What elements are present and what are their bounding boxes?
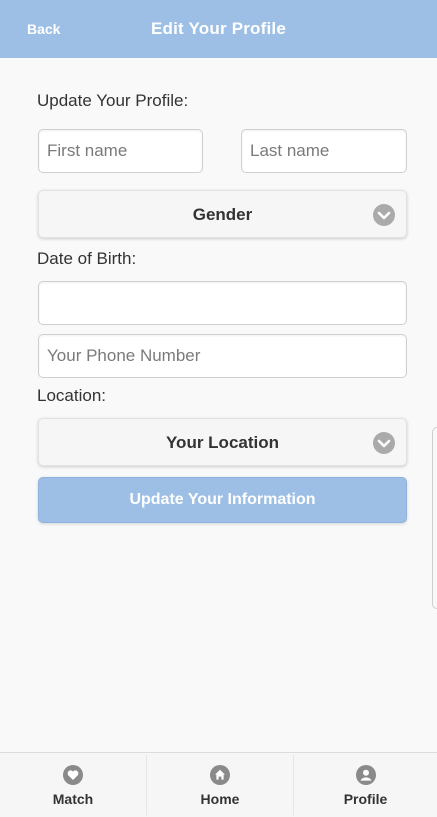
nav-item-match[interactable]: Match xyxy=(0,753,146,817)
location-select-value: Your Location xyxy=(165,433,279,452)
gender-select-value: Gender xyxy=(192,205,253,224)
chevron-down-icon xyxy=(373,204,395,226)
nav-label-match: Match xyxy=(52,791,94,807)
nav-item-profile[interactable]: Profile xyxy=(294,753,437,817)
dob-label: Date of Birth: xyxy=(37,249,137,268)
dob-input[interactable] xyxy=(38,281,407,325)
nav-label-profile: Profile xyxy=(343,791,388,807)
gender-select[interactable]: Gender xyxy=(38,190,407,238)
nav-item-home[interactable]: Home xyxy=(147,753,293,817)
page-title: Edit Your Profile xyxy=(150,19,286,38)
chevron-down-icon xyxy=(373,432,395,454)
home-icon xyxy=(210,765,230,785)
last-name-input[interactable] xyxy=(241,129,407,173)
user-icon xyxy=(355,765,376,785)
location-label: Location: xyxy=(37,386,106,405)
nav-label-home: Home xyxy=(200,791,240,807)
side-panel-handle[interactable] xyxy=(432,427,437,609)
first-name-input[interactable] xyxy=(38,129,203,173)
bottom-nav: Match Home Profile xyxy=(0,752,437,817)
heart-icon xyxy=(63,765,83,785)
location-select[interactable]: Your Location xyxy=(38,418,407,466)
update-profile-label: Update Your Profile: xyxy=(37,91,189,110)
update-information-button[interactable]: Update Your Information xyxy=(38,477,407,523)
phone-input[interactable] xyxy=(38,334,407,378)
header-bar: Back Edit Your Profile xyxy=(0,0,437,58)
